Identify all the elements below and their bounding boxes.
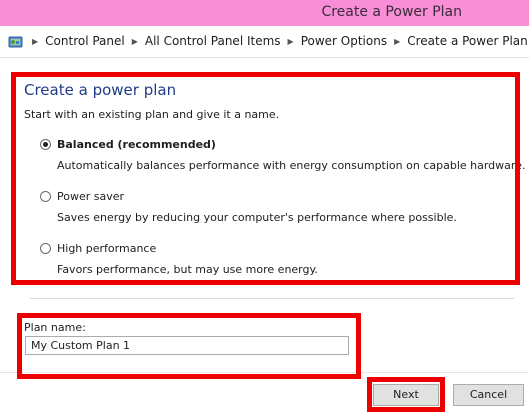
highlight-plan-name	[17, 313, 361, 379]
breadcrumb-control-panel[interactable]: Control Panel	[45, 34, 125, 48]
cancel-button[interactable]: Cancel	[453, 384, 524, 406]
breadcrumb: ▶ Control Panel ▶ All Control Panel Item…	[32, 34, 528, 48]
section-divider	[30, 298, 514, 299]
chevron-right-icon[interactable]: ▶	[288, 37, 294, 46]
chevron-right-icon[interactable]: ▶	[32, 37, 38, 46]
window-title: Create a Power Plan	[321, 4, 462, 20]
control-panel-icon[interactable]	[8, 34, 24, 50]
address-bar[interactable]: ▶ Control Panel ▶ All Control Panel Item…	[0, 26, 529, 58]
highlight-next-button	[367, 377, 445, 412]
breadcrumb-power-options[interactable]: Power Options	[301, 34, 387, 48]
title-bar: Create a Power Plan	[0, 0, 529, 26]
breadcrumb-all-items[interactable]: All Control Panel Items	[145, 34, 281, 48]
chevron-right-icon[interactable]: ▶	[394, 37, 400, 46]
chevron-right-icon[interactable]: ▶	[132, 37, 138, 46]
breadcrumb-create-power-plan[interactable]: Create a Power Plan	[407, 34, 527, 48]
highlight-plan-options	[11, 72, 520, 285]
